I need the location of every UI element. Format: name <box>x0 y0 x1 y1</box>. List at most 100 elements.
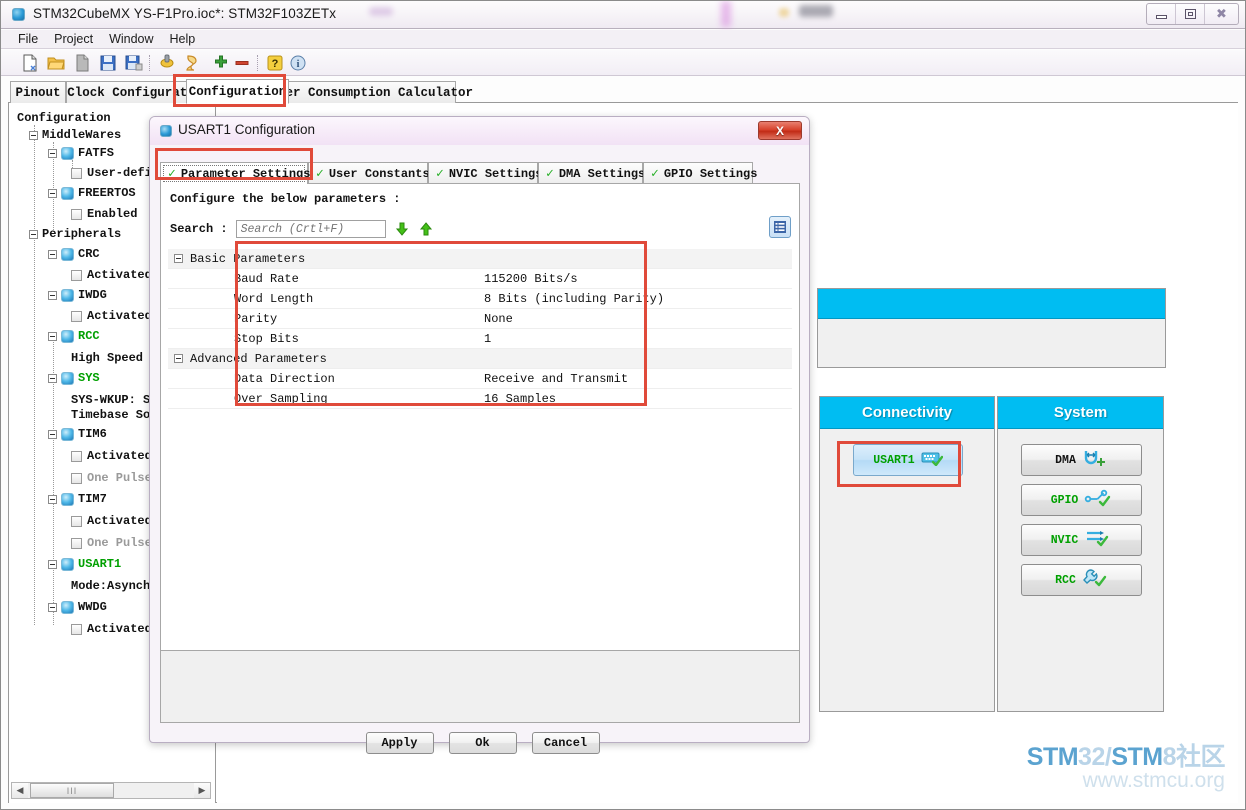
tab-gpio-settings[interactable]: ✓ GPIO Settings <box>643 162 757 184</box>
dialog-close-button[interactable]: X <box>758 121 802 140</box>
scrollbar-thumb[interactable]: III <box>30 783 114 798</box>
checkbox-icon[interactable] <box>71 472 82 484</box>
save-as-icon[interactable] <box>125 54 143 72</box>
tree-node-tim6-activated[interactable]: Activated <box>71 447 152 465</box>
ok-button[interactable]: Ok <box>448 732 517 754</box>
scroll-right-arrow-icon[interactable]: ▶ <box>194 783 210 798</box>
ip-button-gpio[interactable]: GPIO <box>1021 484 1142 516</box>
tree-node-tim6-one-pulse[interactable]: One Pulse <box>71 469 152 487</box>
expander-icon[interactable] <box>48 429 57 439</box>
parameter-value[interactable]: 8 Bits (including Parity) <box>484 292 664 306</box>
expander-icon[interactable] <box>174 254 183 263</box>
tree-node-middlewares[interactable]: MiddleWares <box>29 126 121 144</box>
tab-user-constants[interactable]: ✓ User Constants <box>308 162 430 184</box>
parameter-row[interactable]: Stop Bits 1 <box>168 329 792 349</box>
tree-node-sys[interactable]: SYS <box>48 369 100 387</box>
menu-window[interactable]: Window <box>102 31 160 47</box>
ip-button-rcc[interactable]: RCC <box>1021 564 1142 596</box>
apply-button[interactable]: Apply <box>365 732 434 754</box>
tree-node-usart1-mode[interactable]: Mode:Asynchr <box>71 577 157 595</box>
parameter-value[interactable]: 1 <box>484 332 491 346</box>
tab-parameter-settings[interactable]: ✓ Parameter Settings <box>160 162 310 184</box>
expander-icon[interactable] <box>29 229 38 239</box>
tree-node-peripherals[interactable]: Peripherals <box>29 225 121 243</box>
tree-node-wwdg[interactable]: WWDG <box>48 598 107 616</box>
ip-button-dma[interactable]: DMA <box>1021 444 1142 476</box>
scroll-left-arrow-icon[interactable]: ◀ <box>12 783 28 798</box>
checkbox-icon[interactable] <box>71 208 82 220</box>
checkbox-icon[interactable] <box>71 167 82 179</box>
close-button[interactable]: ✖ <box>1205 4 1238 24</box>
checkbox-icon[interactable] <box>71 623 82 635</box>
tree-node-crc[interactable]: CRC <box>48 245 100 263</box>
parameter-value[interactable]: None <box>484 312 513 326</box>
menu-project[interactable]: Project <box>47 31 100 47</box>
search-input[interactable] <box>235 220 386 238</box>
tab-nvic-settings[interactable]: ✓ NVIC Settings <box>428 162 542 184</box>
tree-node-rcc-high-speed[interactable]: High Speed <box>71 349 143 367</box>
tree-node-wwdg-activated[interactable]: Activated <box>71 620 152 638</box>
tree-node-tim7-one-pulse[interactable]: One Pulse <box>71 534 152 552</box>
zoom-in-icon[interactable] <box>212 54 230 72</box>
minimize-button[interactable] <box>1147 4 1176 24</box>
parameter-value[interactable]: 16 Samples <box>484 392 556 406</box>
expander-icon[interactable] <box>48 249 57 259</box>
tree-node-usart1[interactable]: USART1 <box>48 555 121 573</box>
tree-node-tim7[interactable]: TIM7 <box>48 490 107 508</box>
zoom-out-icon[interactable] <box>233 54 251 72</box>
expander-icon[interactable] <box>48 290 57 300</box>
tree-node-freertos[interactable]: FREERTOS <box>48 184 136 202</box>
save-icon[interactable] <box>99 54 117 72</box>
expander-icon[interactable] <box>48 602 57 612</box>
tree-node-rcc[interactable]: RCC <box>48 327 100 345</box>
expander-icon[interactable] <box>48 188 57 198</box>
expander-icon[interactable] <box>48 494 57 504</box>
parameter-value[interactable]: 115200 Bits/s <box>484 272 578 286</box>
tab-power-consumption-calculator[interactable]: Power Consumption Calculator <box>263 81 473 103</box>
new-project-icon[interactable] <box>21 54 39 72</box>
tree-node-fatfs-user-defined[interactable]: User-defi <box>71 164 152 182</box>
parameter-row[interactable]: Data Direction Receive and Transmit <box>168 369 792 389</box>
tab-dma-settings[interactable]: ✓ DMA Settings <box>538 162 645 184</box>
checkbox-icon[interactable] <box>71 269 82 281</box>
ip-button-nvic[interactable]: NVIC <box>1021 524 1142 556</box>
checkbox-icon[interactable] <box>71 537 82 549</box>
checkbox-icon[interactable] <box>71 450 82 462</box>
list-view-icon[interactable] <box>769 216 791 238</box>
parameter-group-row[interactable]: Advanced Parameters <box>168 349 792 369</box>
tab-pinout[interactable]: Pinout <box>10 81 66 103</box>
open-project-icon[interactable] <box>47 54 65 72</box>
arrow-up-icon[interactable] <box>418 221 434 237</box>
parameter-value[interactable]: Receive and Transmit <box>484 372 628 386</box>
tree-node-iwdg-activated[interactable]: Activated <box>71 307 152 325</box>
expander-icon[interactable] <box>174 354 183 363</box>
parameter-row[interactable]: Parity None <box>168 309 792 329</box>
generate-report-icon[interactable] <box>158 54 176 72</box>
expander-icon[interactable] <box>48 148 57 158</box>
tree-node-tim7-activated[interactable]: Activated <box>71 512 152 530</box>
expander-icon[interactable] <box>29 130 38 140</box>
arrow-down-icon[interactable] <box>394 221 410 237</box>
maximize-button[interactable] <box>1176 4 1205 24</box>
checkbox-icon[interactable] <box>71 515 82 527</box>
tree-horizontal-scrollbar[interactable]: ◀ III ▶ <box>11 782 211 799</box>
checkbox-icon[interactable] <box>71 310 82 322</box>
parameter-row[interactable]: Over Sampling 16 Samples <box>168 389 792 409</box>
ip-button-usart1[interactable]: USART1 <box>853 444 963 476</box>
tree-node-iwdg[interactable]: IWDG <box>48 286 107 304</box>
copy-icon[interactable] <box>73 54 91 72</box>
menu-file[interactable]: File <box>11 31 45 47</box>
tab-configuration[interactable]: Configuration <box>186 79 289 104</box>
parameter-row[interactable]: Baud Rate 115200 Bits/s <box>168 269 792 289</box>
expander-icon[interactable] <box>48 559 57 569</box>
tree-node-freertos-enabled[interactable]: Enabled <box>71 205 137 223</box>
generate-code-icon[interactable] <box>184 54 202 72</box>
tree-node-tim6[interactable]: TIM6 <box>48 425 107 443</box>
about-icon[interactable]: i <box>289 54 307 72</box>
tree-node-fatfs[interactable]: FATFS <box>48 144 114 162</box>
tree-node-sys-timebase[interactable]: Timebase So <box>71 406 150 424</box>
parameter-group-row[interactable]: Basic Parameters <box>168 249 792 269</box>
expander-icon[interactable] <box>48 331 57 341</box>
help-icon[interactable]: ? <box>266 54 284 72</box>
cancel-button[interactable]: Cancel <box>531 732 600 754</box>
